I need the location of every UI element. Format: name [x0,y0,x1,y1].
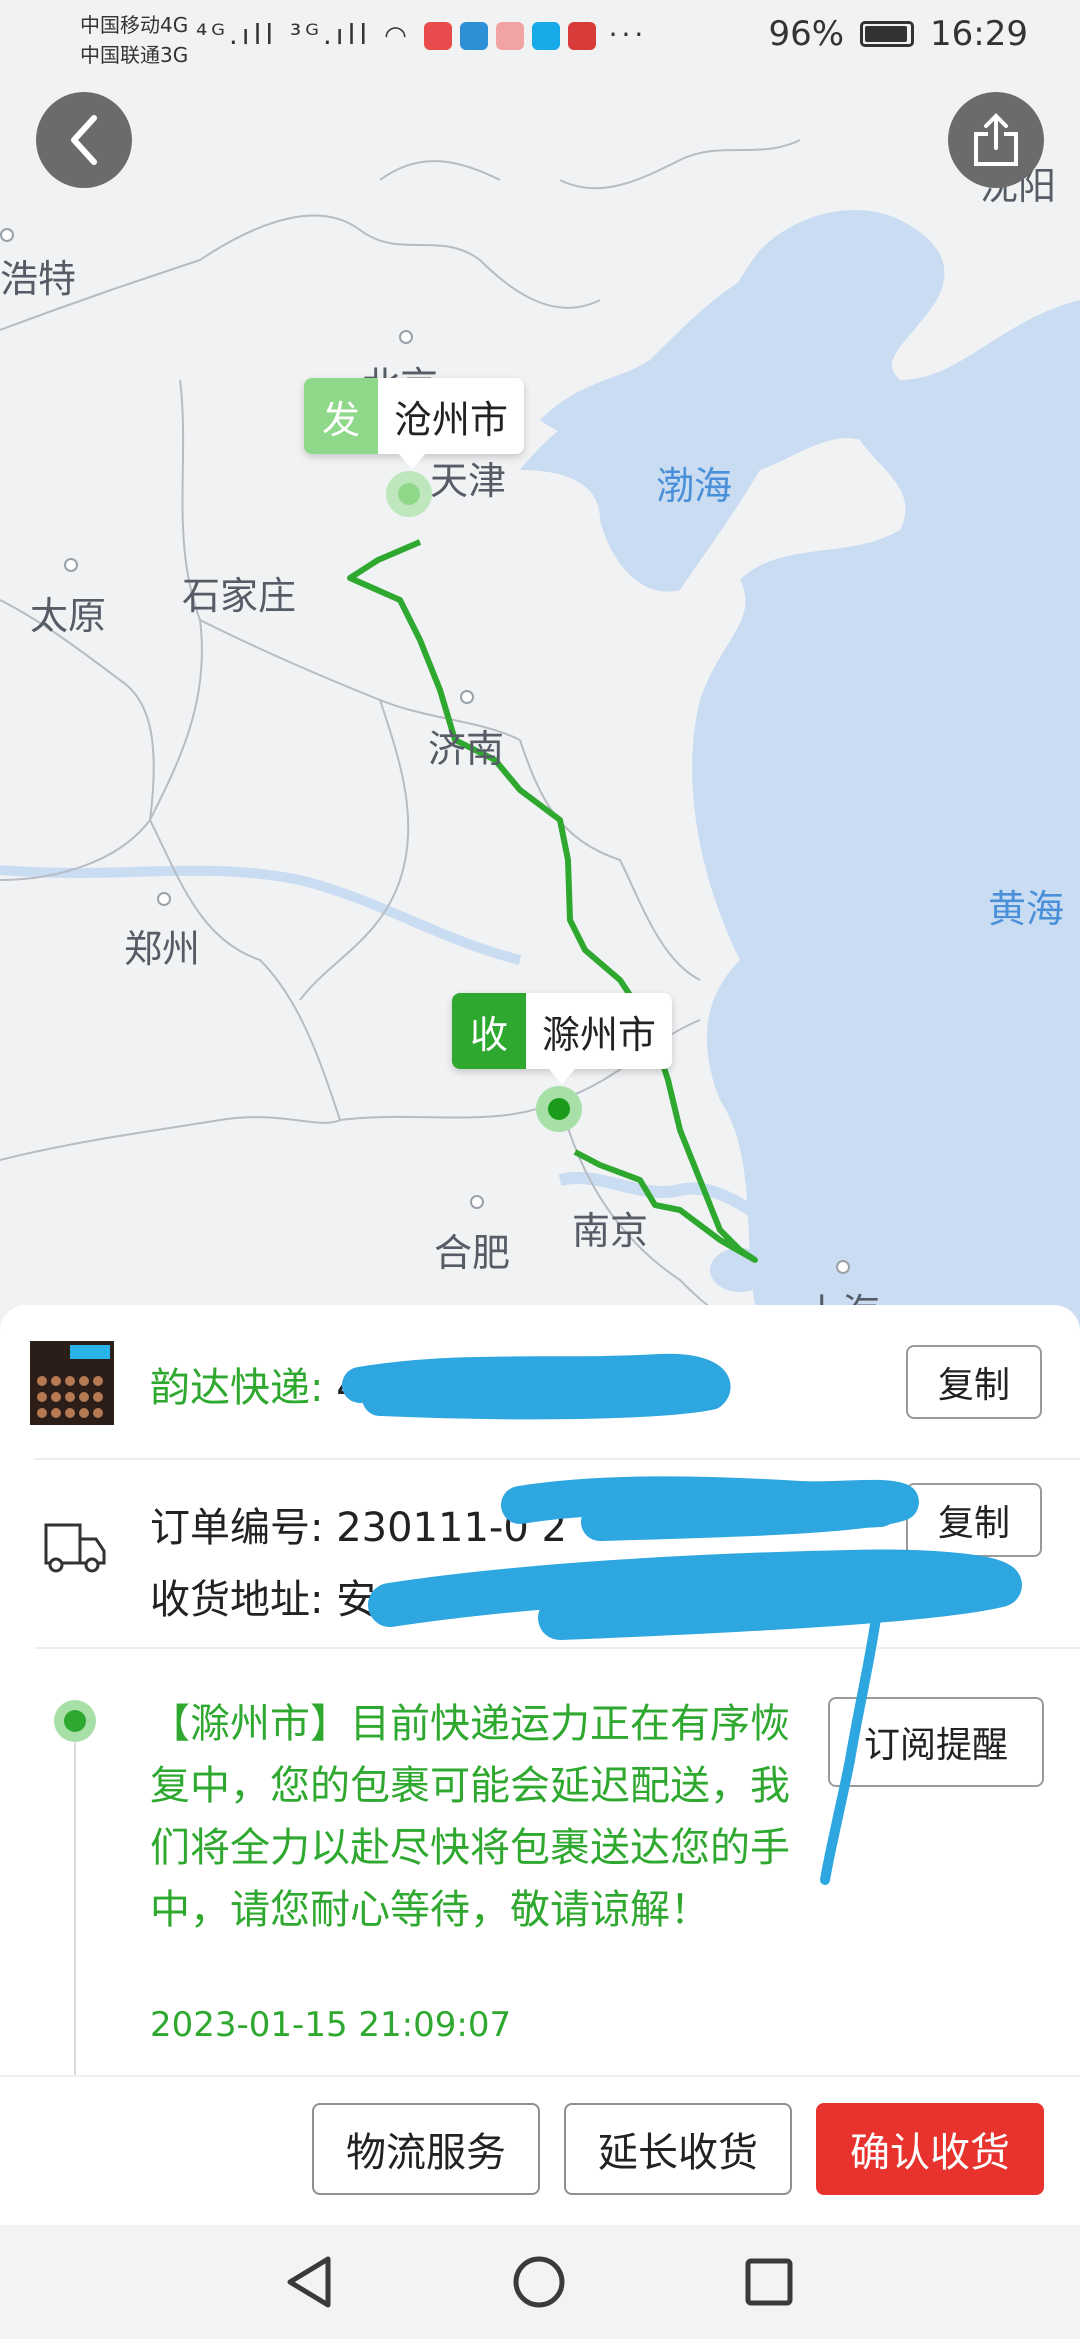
order-number-line: 订单编号: 230111-0 2 [150,1495,567,1553]
wifi-icon: ◠ [384,21,411,51]
origin-marker-tag[interactable]: 发 沧州市 [304,378,525,454]
back-icon [71,115,97,165]
carrier-1: 中国移动4G [80,13,189,37]
destination-pin[interactable] [536,1086,582,1132]
tracking-time: 2023-01-15 21:09:07 [150,2005,512,2045]
city-label-hefei: 合肥 [434,1231,511,1275]
courier-number: 46 8 [336,1365,426,1411]
signal-icons: ⁴ᴳ.ıll ³ᴳ.ıll ◠ ··· [196,18,647,51]
nav-back-button[interactable] [276,2249,342,2315]
city-label-zhengzhou: 郑州 [124,927,201,971]
sea-label-bohai: 渤海 [656,464,733,508]
more-notifications-icon: ··· [608,18,648,51]
tracking-message: 【滁州市】目前快递运力正在有序恢复中，您的包裹可能会延迟配送，我们将全力以赴尽快… [150,1701,790,1933]
confirm-receipt-button[interactable]: 确认收货 [816,2103,1044,2195]
city-label-jinan: 济南 [428,727,505,771]
haote-dot [0,228,14,242]
gift-icon [495,22,524,50]
beijing-dot [399,330,413,344]
status-bar: 中国移动4G 中国联通3G ⁴ᴳ.ıll ³ᴳ.ıll ◠ ··· 96% 16… [0,0,1080,70]
back-button[interactable] [36,92,132,188]
destination-city-label: 滁州市 [542,1012,657,1057]
product-thumbnail[interactable] [30,1341,114,1425]
app-notification-icons [423,22,596,50]
zhengzhou-dot [157,892,171,906]
destination-marker-tag[interactable]: 收 滁州市 [452,993,673,1069]
extend-receipt-button[interactable]: 延长收货 [564,2103,792,2195]
timeline-line [74,1725,76,2115]
courier-name: 韵达快递: [150,1365,337,1411]
address-line: 收货地址: 安 [150,1567,376,1625]
order-label: 订单编号: [150,1505,337,1551]
hefei-dot [470,1195,484,1209]
origin-city-label: 沧州市 [394,397,509,442]
battery-percent: 96% [768,14,845,54]
route-map[interactable]: 沈阳 浩特 北京 天津 石家庄 太原 济南 郑州 合肥 南京 上海 渤海 黄海 … [0,0,1080,1330]
signal-icon: ⁴ᴳ.ıll ³ᴳ.ıll [196,18,372,51]
carrier-info: 中国移动4G 中国联通3G [80,10,188,70]
address-label: 收货地址: [150,1577,337,1623]
city-label-haote: 浩特 [0,257,77,301]
destination-kind-label: 收 [452,993,526,1069]
nav-home-icon [513,2256,565,2308]
system-nav-bar [0,2225,1080,2339]
nav-recents-icon [745,2258,793,2306]
address-value: 安 [336,1577,377,1623]
destination-tag-tail [548,1068,576,1084]
origin-tag-tail [398,453,426,469]
copy-courier-number-button[interactable]: 复制 [906,1345,1042,1419]
shanghai-dot [836,1260,850,1274]
truck-icon [44,1523,106,1573]
weather-icon [459,22,488,50]
book-icon [423,22,452,50]
nav-recents-button[interactable] [736,2249,802,2315]
product-image [30,1341,114,1425]
sea-label-huanghai: 黄海 [988,887,1065,931]
divider [34,1458,1080,1460]
timeline-dot [54,1700,96,1742]
share-button[interactable] [948,92,1044,188]
clock: 16:29 [930,14,1028,54]
order-value: 230111-0 2 [336,1505,567,1551]
share-icon [974,113,1018,166]
action-bar: 物流服务 延长收货 确认收货 [0,2075,1080,2225]
jinan-dot [460,690,474,704]
taiyuan-dot [64,558,78,572]
origin-kind-label: 发 [304,378,378,454]
city-label-shijiazhuang: 石家庄 [182,574,297,618]
city-label-taiyuan: 太原 [30,594,107,638]
city-label-nanjing: 南京 [572,1209,649,1253]
subscribe-reminder-button[interactable]: 订阅提醒 [828,1697,1044,1787]
heart-icon [567,22,596,50]
logistics-service-button[interactable]: 物流服务 [312,2103,540,2195]
city-label-tianjin: 天津 [430,459,507,503]
divider [34,1647,1080,1649]
battery-icon [860,21,915,47]
nav-back-icon [287,2256,331,2308]
map-base-layer [0,139,1080,1330]
origin-pin[interactable] [386,471,432,517]
status-right: 96% 16:29 [768,14,1028,54]
carrier-2: 中国联通3G [80,43,189,67]
courier-line: 韵达快递: 46 8 [150,1355,425,1413]
copy-order-number-button[interactable]: 复制 [906,1483,1042,1557]
timeline-dot-core [64,1710,86,1732]
nav-home-button[interactable] [506,2249,572,2315]
search-app-icon [531,22,560,50]
